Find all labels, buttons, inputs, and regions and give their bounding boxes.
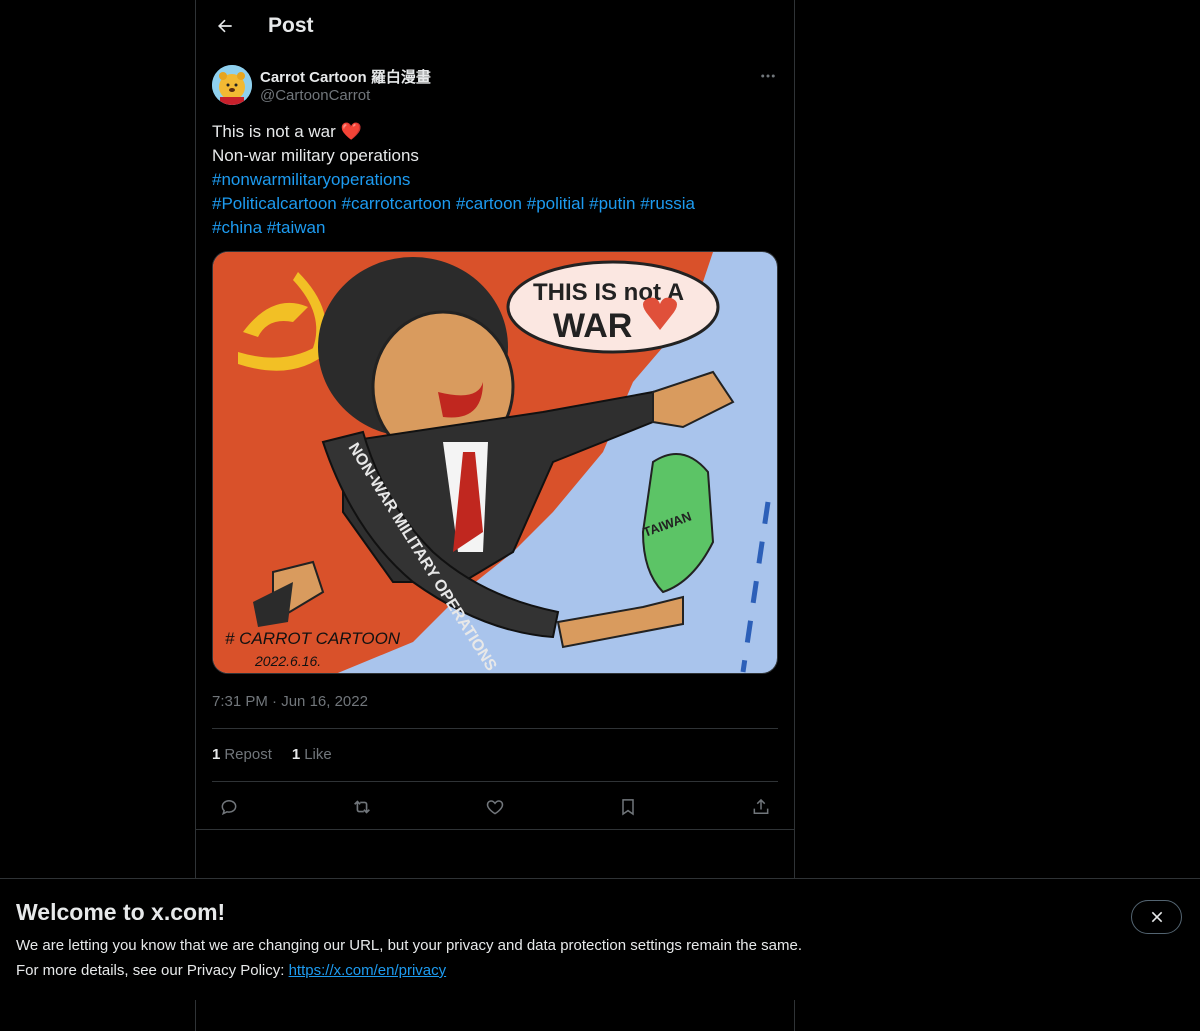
reposts-count: 1	[212, 746, 221, 763]
top-bar: Post	[196, 0, 794, 53]
repost-icon	[354, 800, 370, 814]
repost-button[interactable]	[345, 790, 379, 824]
close-banner-button[interactable]	[1131, 900, 1182, 934]
back-button[interactable]	[208, 9, 242, 43]
likes-stat[interactable]: 1 Like	[292, 746, 332, 763]
reposts-stat[interactable]: 1 Repost	[212, 746, 272, 763]
hashtag-line: #Politicalcartoon #carrotcartoon #cartoo…	[212, 192, 778, 216]
reply-icon	[221, 799, 237, 816]
banner-message: We are letting you know that we are chan…	[16, 937, 802, 954]
hashtag-link[interactable]: #politial	[527, 194, 585, 213]
post-column: Post Carrot Cartoon 羅白漫畫 @CartoonCarrot …	[195, 0, 795, 1031]
welcome-banner: Welcome to x.com! We are letting you kno…	[0, 878, 1200, 1000]
timestamp-separator: ·	[272, 693, 278, 710]
post-image[interactable]: THIS IS not A WAR TAIWAN NON-WAR MILITAR…	[212, 251, 778, 674]
hashtag-link[interactable]: #taiwan	[267, 218, 326, 237]
like-icon	[486, 800, 504, 815]
hashtag-link[interactable]: #cartoon	[456, 194, 522, 213]
post-text: This is not a war ❤️ Non-war military op…	[212, 120, 778, 240]
hashtag-link[interactable]: #putin	[589, 194, 635, 213]
like-button[interactable]	[478, 790, 512, 824]
post-text-line: This is not a war ❤️	[212, 122, 362, 141]
divider	[212, 728, 778, 729]
page-title: Post	[268, 14, 314, 37]
close-icon	[1151, 911, 1162, 923]
divider	[196, 829, 794, 830]
author-handle[interactable]: @CartoonCarrot	[260, 87, 370, 104]
reply-button[interactable]	[212, 790, 246, 824]
action-bar	[212, 790, 778, 824]
share-icon	[753, 798, 769, 814]
signature-line1: # CARROT CARTOON	[225, 629, 401, 648]
post-time: 7:31 PM	[212, 693, 268, 710]
cartoon-illustration: THIS IS not A WAR TAIWAN NON-WAR MILITAR…	[213, 252, 777, 673]
post-text-line: Non-war military operations	[212, 146, 419, 165]
banner-title: Welcome to x.com!	[16, 899, 226, 925]
bookmark-icon	[622, 799, 634, 816]
avatar-image	[212, 65, 252, 105]
likes-label: Like	[304, 746, 332, 763]
hashtag-link[interactable]: #china	[212, 218, 262, 237]
author-name[interactable]: Carrot Cartoon 羅白漫畫	[260, 66, 431, 87]
signature-line2: 2022.6.16.	[254, 653, 321, 669]
hashtag-line: #china #taiwan	[212, 216, 778, 240]
hashtag-link[interactable]: #carrotcartoon	[341, 194, 451, 213]
post-date: Jun 16, 2022	[281, 693, 368, 710]
divider	[212, 781, 778, 782]
hashtag-link[interactable]: #Politicalcartoon	[212, 194, 337, 213]
heart-emoji-icon: ❤️	[340, 122, 362, 141]
hashtag-link[interactable]: #russia	[640, 194, 695, 213]
likes-count: 1	[291, 746, 301, 763]
more-button[interactable]	[756, 64, 780, 88]
post-timestamp[interactable]: 7:31 PM · Jun 16, 2022	[212, 693, 368, 710]
back-arrow-icon	[218, 19, 232, 33]
speech-bubble-line2: WAR	[553, 307, 632, 345]
bookmark-button[interactable]	[611, 790, 645, 824]
reposts-label: Repost	[224, 746, 272, 763]
privacy-policy-link[interactable]: https://x.com/en/privacy	[289, 962, 447, 979]
post-stats: 1 Repost 1 Like	[212, 746, 332, 763]
hashtag-link[interactable]: #nonwarmilitaryoperations	[212, 170, 410, 189]
share-button[interactable]	[744, 790, 778, 824]
banner-privacy-line: For more details, see our Privacy Policy…	[16, 962, 446, 979]
hashtag-line: #nonwarmilitaryoperations	[212, 168, 778, 192]
more-icon	[761, 74, 775, 78]
banner-privacy-prefix: For more details, see our Privacy Policy…	[16, 962, 289, 979]
avatar[interactable]	[212, 65, 252, 105]
